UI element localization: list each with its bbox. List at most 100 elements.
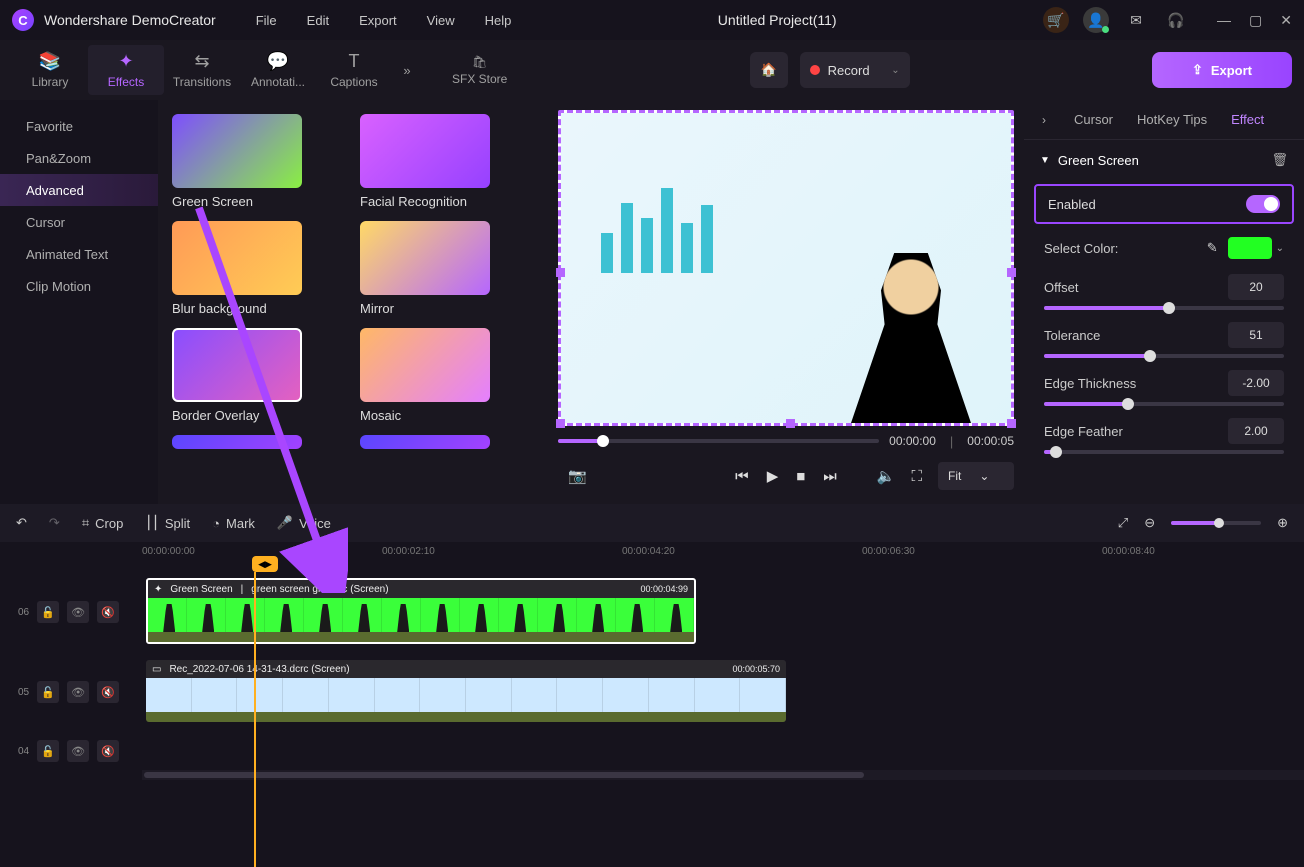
chevron-right-icon[interactable]: › — [1042, 113, 1046, 127]
slider-track[interactable] — [1044, 450, 1284, 454]
timeline-clip[interactable]: ▭Rec_2022-07-06 14-31-43.dcrc (Screen)00… — [146, 660, 786, 722]
menu-file[interactable]: File — [256, 13, 277, 28]
eye-icon[interactable]: 👁 — [67, 601, 89, 623]
playhead-line[interactable] — [254, 572, 256, 867]
sfx-store-label: SFX Store — [452, 72, 507, 86]
sidebar-item-animatedtext[interactable]: Animated Text — [0, 238, 158, 270]
slider-tolerance: Tolerance51 — [1024, 316, 1304, 364]
effect-mirror[interactable]: Mirror — [360, 221, 534, 316]
playhead-handle[interactable]: ◀▶ — [252, 556, 278, 572]
home-button[interactable]: 🏠 — [750, 52, 788, 88]
mute-icon[interactable]: 🔇 — [97, 681, 119, 703]
mark-button[interactable]: ◔Mark — [212, 516, 255, 531]
record-dot-icon — [810, 65, 820, 75]
track-lane[interactable]: ✦Green Screen|green screen girl.dcrc (Sc… — [142, 572, 1304, 652]
slider-track[interactable] — [1044, 402, 1284, 406]
tab-effects[interactable]: ✦Effects — [88, 45, 164, 95]
menu-export[interactable]: Export — [359, 13, 397, 28]
sidebar-item-cursor[interactable]: Cursor — [0, 206, 158, 238]
fullscreen-icon[interactable]: ⛶ — [911, 468, 922, 485]
snapshot-icon[interactable]: 📷 — [568, 467, 587, 485]
tab-annotati[interactable]: 💬Annotati... — [240, 45, 316, 95]
enabled-toggle[interactable] — [1246, 195, 1280, 213]
lock-icon[interactable]: 🔓 — [37, 681, 59, 703]
crop-button[interactable]: ⌗Crop — [82, 515, 124, 531]
zoom-slider[interactable] — [1171, 521, 1261, 525]
select-color-row: Select Color: ✎ ⌄ — [1024, 228, 1304, 268]
minimize-icon[interactable]: — — [1217, 12, 1231, 29]
mute-icon[interactable]: 🔇 — [97, 601, 119, 623]
eyedropper-icon[interactable]: ✎ — [1207, 240, 1218, 256]
maximize-icon[interactable]: ▢ — [1249, 12, 1262, 29]
fit-select[interactable]: Fit ⌄ — [938, 462, 1014, 490]
mute-icon[interactable]: 🔇 — [97, 740, 119, 762]
menu-edit[interactable]: Edit — [307, 13, 329, 28]
timeline-ruler[interactable]: ◀▶ 00:00:00:0000:00:02:1000:00:04:2000:0… — [142, 542, 1304, 572]
timeline-clip[interactable]: ✦Green Screen|green screen girl.dcrc (Sc… — [146, 578, 696, 644]
effect-thumb-icon — [360, 435, 490, 449]
zoom-out-icon[interactable]: ⊖ — [1144, 515, 1155, 531]
sfx-store-button[interactable]: 🛍 SFX Store — [452, 55, 507, 86]
effect-mosaic[interactable]: Mosaic — [360, 328, 534, 423]
effect-blurbackground[interactable]: Blur background — [172, 221, 346, 316]
effects-icon: ✦ — [118, 51, 133, 72]
zoom-in-icon[interactable]: ⊕ — [1277, 515, 1288, 531]
tab-library[interactable]: 📚Library — [12, 45, 88, 95]
slider-value[interactable]: -2.00 — [1228, 370, 1284, 396]
prev-frame-button[interactable]: ⏮ — [735, 468, 749, 485]
slider-track[interactable] — [1044, 306, 1284, 310]
fit-timeline-icon[interactable]: ⤢ — [1118, 515, 1128, 531]
slider-track[interactable] — [1044, 354, 1284, 358]
sidebar-item-clipmotion[interactable]: Clip Motion — [0, 270, 158, 302]
props-tab-hotkey[interactable]: HotKey Tips — [1137, 112, 1207, 127]
slider-value[interactable]: 51 — [1228, 322, 1284, 348]
delete-icon[interactable]: 🗑 — [1271, 152, 1288, 168]
sidebar-item-panzoom[interactable]: Pan&Zoom — [0, 142, 158, 174]
tab-transitions[interactable]: ⇆Transitions — [164, 45, 240, 95]
demo-chart-icon — [601, 173, 713, 273]
preview-canvas[interactable] — [558, 110, 1014, 426]
collapse-triangle-icon[interactable]: ▼ — [1040, 155, 1050, 166]
sidebar-item-favorite[interactable]: Favorite — [0, 110, 158, 142]
sidebar-item-advanced[interactable]: Advanced — [0, 174, 158, 206]
undo-icon[interactable]: ↶ — [16, 515, 27, 531]
props-tab-effect[interactable]: Effect — [1231, 112, 1264, 127]
time-total: 00:00:05 — [967, 434, 1014, 448]
voice-button[interactable]: 🎤Voice — [277, 515, 331, 531]
color-swatch[interactable] — [1228, 237, 1272, 259]
slider-value[interactable]: 2.00 — [1228, 418, 1284, 444]
export-button[interactable]: ⇪ Export — [1152, 52, 1292, 88]
store-icon[interactable]: 🛒 — [1043, 7, 1069, 33]
headset-icon[interactable]: 🎧 — [1163, 7, 1189, 33]
lock-icon[interactable]: 🔓 — [37, 601, 59, 623]
volume-icon[interactable]: 🔈 — [877, 467, 896, 485]
menu-help[interactable]: Help — [485, 13, 512, 28]
user-icon[interactable]: 👤 — [1083, 7, 1109, 33]
timeline-scrollbar[interactable] — [142, 770, 1304, 780]
record-button[interactable]: Record ⌄ — [800, 52, 910, 88]
lock-icon[interactable]: 🔓 — [37, 740, 59, 762]
track-gutter: 04 🔓 👁 🔇 — [0, 740, 142, 762]
next-frame-button[interactable]: ⏭ — [823, 468, 837, 485]
menu-view[interactable]: View — [427, 13, 455, 28]
track-lane[interactable]: ▭Rec_2022-07-06 14-31-43.dcrc (Screen)00… — [142, 652, 1304, 732]
eye-icon[interactable]: 👁 — [67, 681, 89, 703]
tab-captions[interactable]: TCaptions — [316, 45, 392, 95]
scrub-bar[interactable] — [558, 439, 879, 443]
preview-panel: 00:00:00 | 00:00:05 📷 ⏮ ▶ ■ ⏭ 🔈 ⛶ Fit ⌄ — [548, 100, 1024, 504]
eye-icon[interactable]: 👁 — [67, 740, 89, 762]
mail-icon[interactable]: ✉ — [1123, 7, 1149, 33]
slider-value[interactable]: 20 — [1228, 274, 1284, 300]
close-icon[interactable]: ✕ — [1280, 12, 1292, 29]
props-tab-cursor[interactable]: Cursor — [1074, 112, 1113, 127]
effect-greenscreen[interactable]: Green Screen — [172, 114, 346, 209]
more-tabs-button[interactable]: » — [392, 63, 422, 78]
play-button[interactable]: ▶ — [767, 467, 779, 485]
effect-borderoverlay[interactable]: Border Overlay — [172, 328, 346, 423]
stop-button[interactable]: ■ — [796, 468, 805, 485]
chevron-down-icon[interactable]: ⌄ — [1276, 243, 1284, 254]
effect-facialrecognition[interactable]: Facial Recognition — [360, 114, 534, 209]
redo-icon[interactable]: ↷ — [49, 515, 60, 531]
track-lane[interactable] — [142, 732, 1304, 770]
split-button[interactable]: ⎮⎮Split — [145, 515, 190, 531]
